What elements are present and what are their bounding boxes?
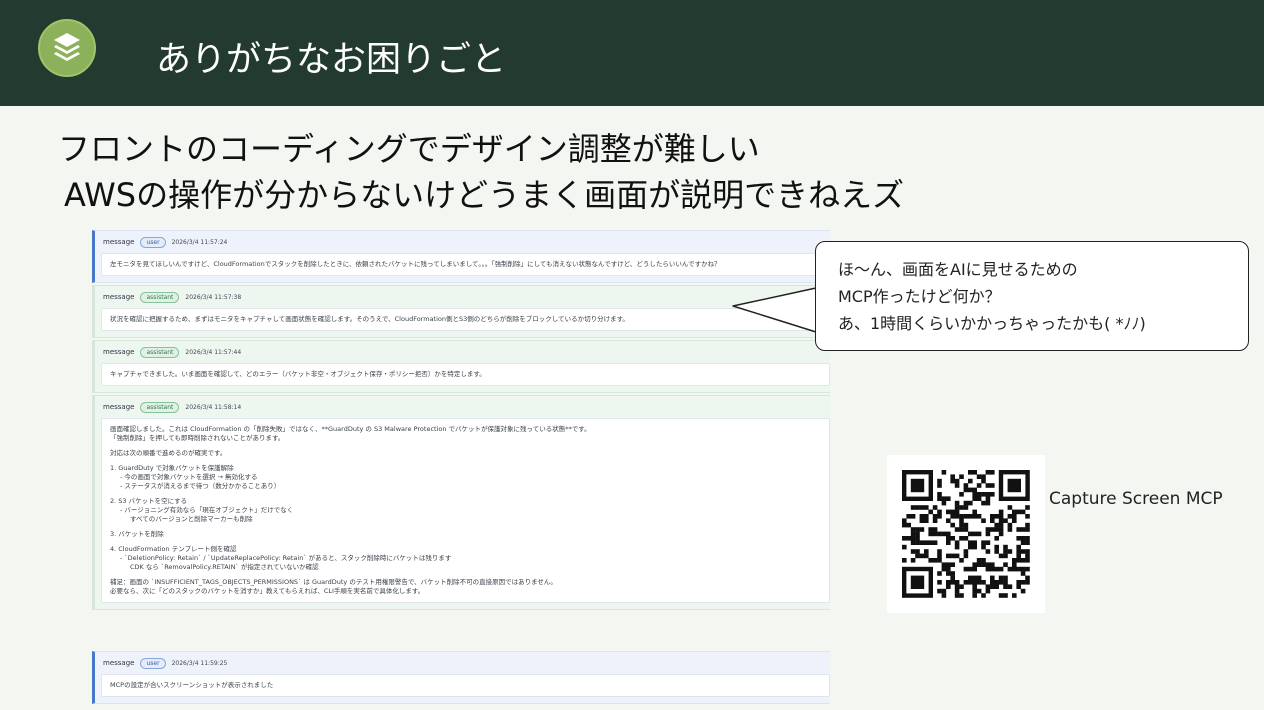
message-tag: message	[103, 403, 135, 411]
message-line: - ステータスが消えるまで待つ（数分かかることあり）	[120, 482, 281, 490]
speech-bubble: ほ〜ん、画面をAIに見せるための MCP作ったけど何か？ あ、1時間くらいかかっ…	[815, 241, 1249, 351]
slide-header: ありがちなお困りごと	[0, 0, 1264, 106]
message-tag: message	[103, 348, 135, 356]
qr-code-icon[interactable]	[887, 455, 1045, 613]
role-badge: user	[140, 657, 166, 669]
message-line: 画面確認しました。これは CloudFormation の「削除失敗」ではなく、…	[110, 425, 591, 433]
role-badge: user	[140, 236, 166, 248]
message-time: 2026/3/4 11:57:24	[171, 238, 228, 246]
role-badge: assistant	[140, 291, 180, 303]
bubble-line: ほ〜ん、画面をAIに見せるための	[838, 260, 1078, 279]
message-body: キャプチャできました。いま画面を確認して、どのエラー（バケット非空・オブジェクト…	[101, 363, 830, 386]
message-line: 2. S3 バケットを空にする	[110, 497, 188, 505]
message-line: 「強制削除」を押しても即時削除されないことがあります。	[110, 434, 285, 442]
message-line: - `DeletionPolicy: Retain` / `UpdateRepl…	[120, 554, 452, 562]
message-time: 2026/3/4 11:58:14	[185, 403, 242, 411]
message-line: 4. CloudFormation テンプレート側を確認	[110, 545, 237, 553]
message-line: MCPの設定が合いスクリーンショットが表示されました	[110, 681, 274, 689]
chat-log-screenshot: message user 2026/3/4 11:57:24 左モニタを見てほし…	[90, 228, 830, 706]
bubble-line: MCP作ったけど何か？	[838, 287, 1001, 306]
chat-message: message user 2026/3/4 11:59:25 MCPの設定が合い…	[92, 651, 830, 704]
message-tag: message	[103, 238, 135, 246]
layers-icon	[38, 19, 96, 77]
message-line: - 今の画面で対象バケットを選択 → 無効化する	[120, 473, 258, 481]
pain-point-frontend: フロントのコーディングでデザイン調整が難しい	[58, 130, 760, 168]
message-line: 1. GuardDuty で対象バケットを保護解除	[110, 464, 234, 472]
role-badge: assistant	[140, 401, 180, 413]
message-body: 画面確認しました。これは CloudFormation の「削除失敗」ではなく、…	[101, 418, 830, 603]
bubble-tail-cover	[816, 286, 822, 332]
message-time: 2026/3/4 11:57:44	[185, 348, 242, 356]
bubble-line: あ、1時間くらいかかっちゃったかも( *ﾉﾉ)	[838, 314, 1146, 333]
message-line: CDK なら `RemovalPolicy.RETAIN` が指定されていないか…	[130, 563, 319, 571]
message-line: 補足：画面の `INSUFFICIENT_TAGS_OBJECTS_PERMIS…	[110, 578, 557, 586]
message-time: 2026/3/4 11:59:25	[171, 659, 228, 667]
speech-bubble-tail	[732, 287, 817, 333]
pain-points: フロントのコーディングでデザイン調整が難しい AWSの操作が分からないけどうまく…	[58, 126, 904, 218]
message-time: 2026/3/4 11:57:38	[185, 293, 242, 301]
chat-message: message user 2026/3/4 11:57:24 左モニタを見てほし…	[92, 230, 830, 283]
message-line: 状況を確認に把握するため、まずはモニタをキャプチャして画面状態を確認します。その…	[110, 315, 629, 323]
message-body: 状況を確認に把握するため、まずはモニタをキャプチャして画面状態を確認します。その…	[101, 308, 830, 331]
message-line: - バージョニング有効なら「現在オブジェクト」だけでなく	[120, 506, 294, 514]
message-line: 対応は次の順番で進めるのが確実です。	[110, 449, 227, 457]
message-line: キャプチャできました。いま画面を確認して、どのエラー（バケット非空・オブジェクト…	[110, 370, 486, 378]
message-line: 3. バケットを削除	[110, 530, 164, 538]
message-body: MCPの設定が合いスクリーンショットが表示されました	[101, 674, 830, 697]
chat-message: message assistant 2026/3/4 11:57:38 状況を確…	[92, 285, 830, 338]
message-tag: message	[103, 659, 135, 667]
message-body: 左モニタを見てほしいんですけど、CloudFormationでスタックを削除した…	[101, 253, 830, 276]
chat-message: message assistant 2026/3/4 11:57:44 キャプチ…	[92, 340, 830, 393]
chat-message: message assistant 2026/3/4 11:58:14 画面確認…	[92, 395, 830, 610]
qr-label: Capture Screen MCP	[1049, 489, 1223, 509]
message-line: 必要なら、次に「どのスタックのバケットを消すか」教えてもらえれば、CLI手順を実…	[110, 587, 425, 595]
message-tag: message	[103, 293, 135, 301]
pain-point-aws: AWSの操作が分からないけどうまく画面が説明できねえズ	[64, 176, 905, 214]
page-title: ありがちなお困りごと	[156, 40, 507, 80]
role-badge: assistant	[140, 346, 180, 358]
message-line: すべてのバージョンと削除マーカーも削除	[130, 515, 253, 523]
message-line: 左モニタを見てほしいんですけど、CloudFormationでスタックを削除した…	[110, 260, 721, 268]
